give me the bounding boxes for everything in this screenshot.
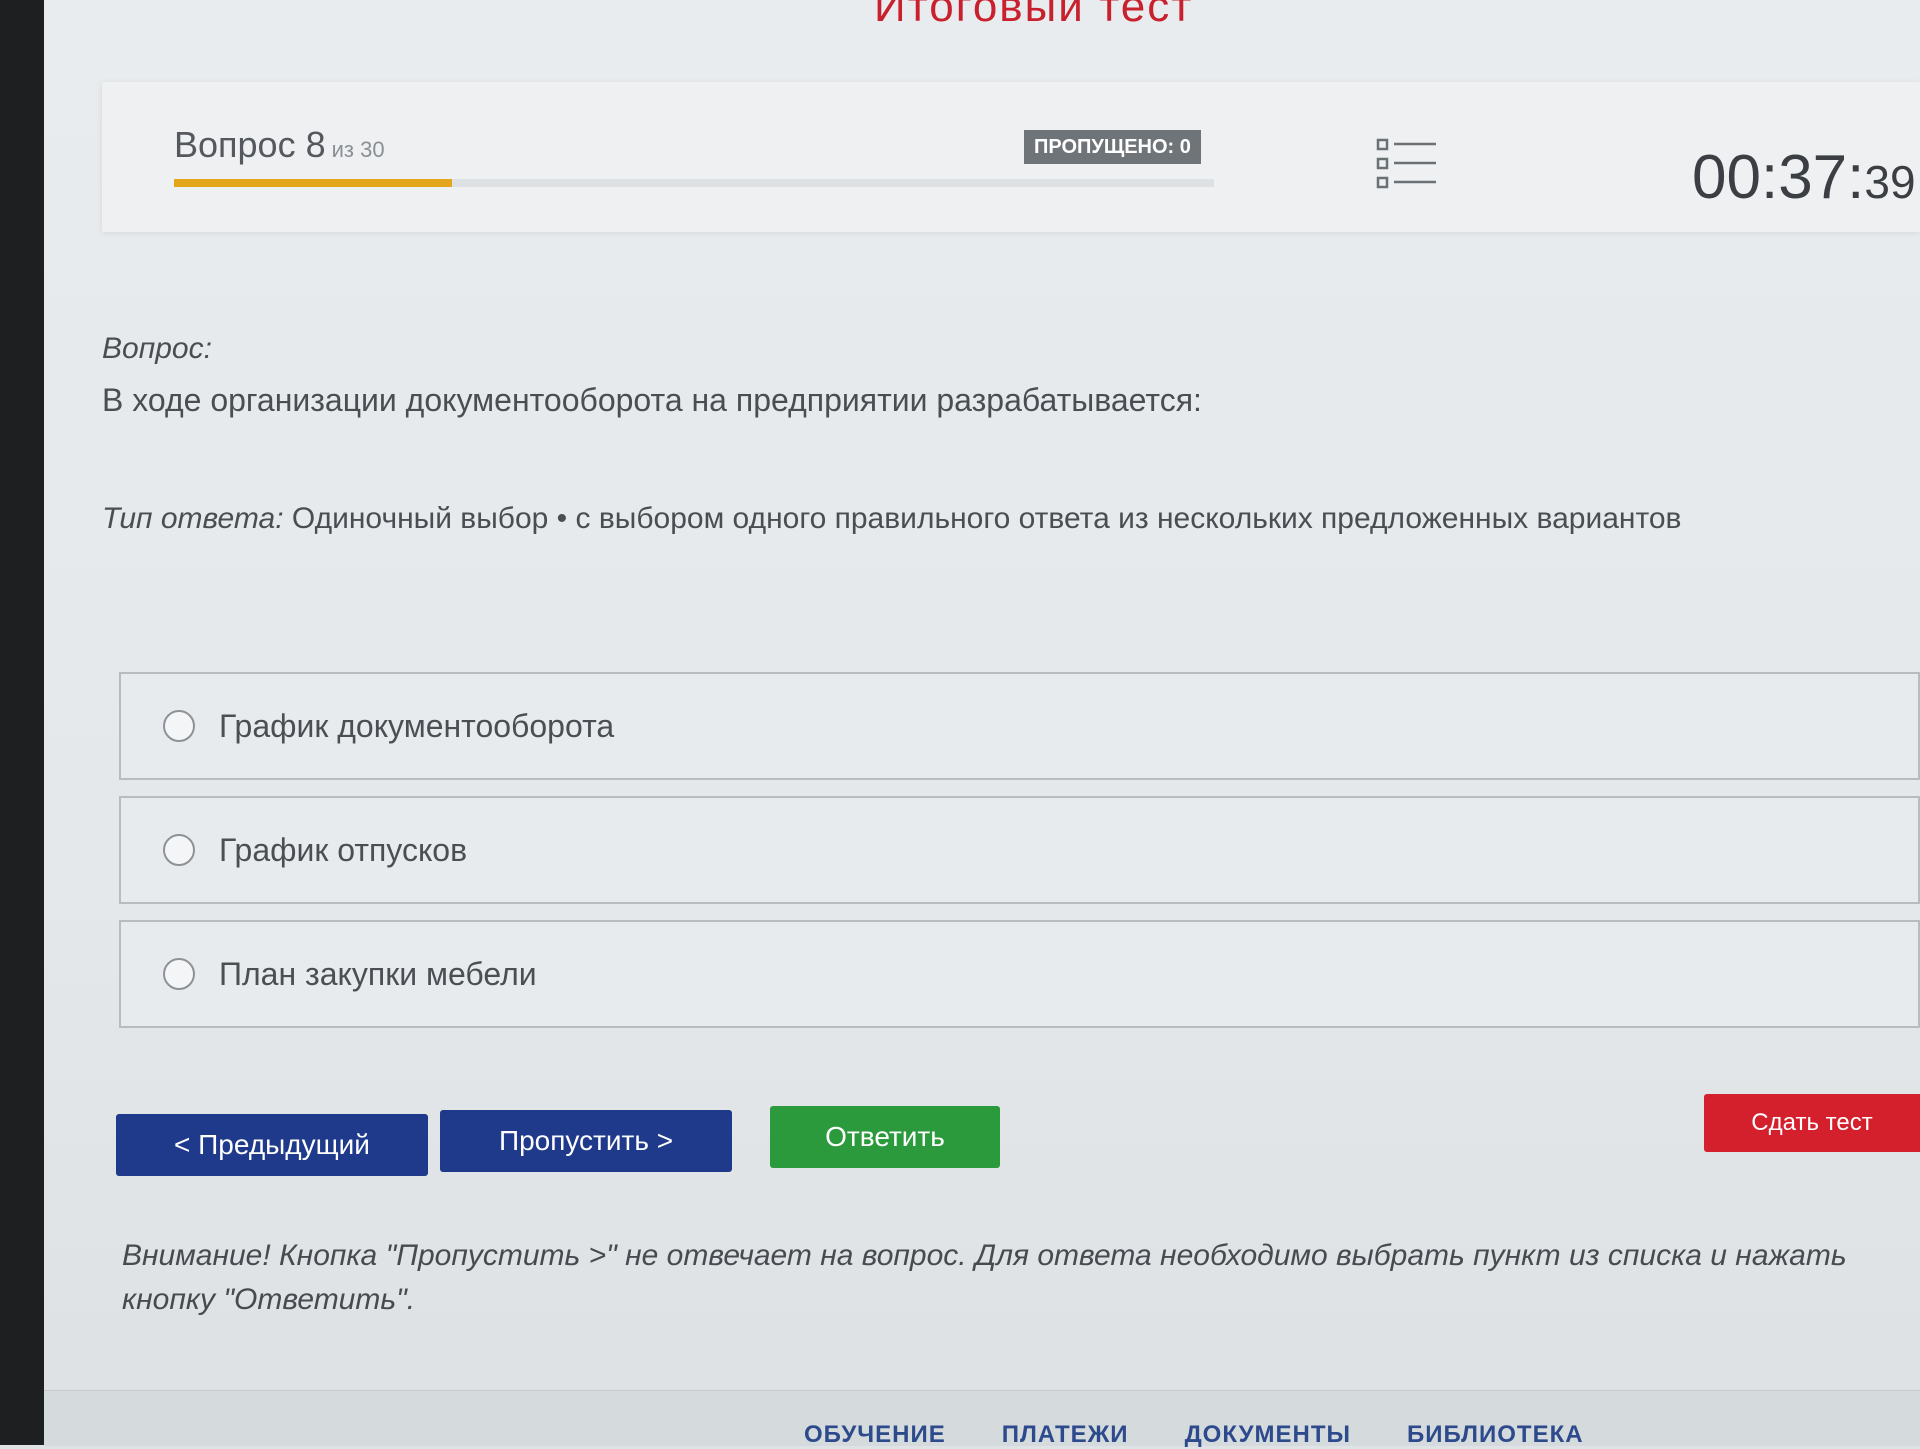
answer-type-value: Одиночный выбор • с выбором одного прави… — [291, 502, 1682, 535]
warning-note: Внимание! Кнопка "Пропустить >" не отвеч… — [122, 1239, 1847, 1316]
page-title: Итоговый тест — [874, 0, 1194, 31]
page: Итоговый тест Вопрос 8 из 30 ПРОПУЩЕНО: 0… — [44, 0, 1920, 1445]
question-list-icon[interactable] — [1376, 136, 1438, 192]
progress-bar-fill — [174, 179, 452, 187]
progress-bar — [174, 179, 1214, 187]
timer: 00:37:39 — [1692, 142, 1916, 213]
timer-seconds: 39 — [1864, 156, 1916, 208]
radio-button[interactable] — [163, 834, 195, 866]
submit-test-button[interactable]: Сдать тест — [1704, 1094, 1920, 1152]
answer-option[interactable]: График документооборота — [119, 672, 1920, 780]
question-label: Вопрос: — [102, 332, 212, 365]
screen-bezel — [0, 0, 44, 1445]
timer-main: 00:37: — [1692, 143, 1865, 212]
option-label: График отпусков — [219, 831, 468, 868]
question-counter: Вопрос 8 из 30 — [174, 124, 385, 166]
option-label: График документооборота — [219, 707, 615, 744]
radio-button[interactable] — [163, 958, 195, 990]
answer-type-label: Тип ответа: — [102, 502, 284, 535]
previous-button[interactable]: < Предыдущий — [116, 1114, 428, 1176]
option-label: План закупки мебели — [219, 955, 537, 992]
answer-option[interactable]: График отпусков — [119, 796, 1920, 904]
question-total: из 30 — [331, 137, 385, 162]
skip-button[interactable]: Пропустить > — [440, 1110, 732, 1172]
answer-options: График документооборота График отпусков … — [119, 672, 1920, 1044]
answer-option[interactable]: План закупки мебели — [119, 920, 1920, 1028]
question-text: В ходе организации документооборота на п… — [102, 382, 1202, 418]
radio-button[interactable] — [163, 710, 195, 742]
answer-type: Тип ответа: Одиночный выбор • с выбором … — [102, 502, 1682, 536]
question-number: Вопрос 8 — [174, 124, 326, 165]
footer-nav-bar: ОБУЧЕНИЕ ПЛАТЕЖИ ДОКУМЕНТЫ БИБЛИОТЕКА — [44, 1390, 1920, 1448]
progress-panel: Вопрос 8 из 30 ПРОПУЩЕНО: 0 00:37:39 — [102, 82, 1920, 232]
skipped-badge: ПРОПУЩЕНО: 0 — [1024, 130, 1201, 164]
answer-button[interactable]: Ответить — [770, 1106, 1000, 1168]
